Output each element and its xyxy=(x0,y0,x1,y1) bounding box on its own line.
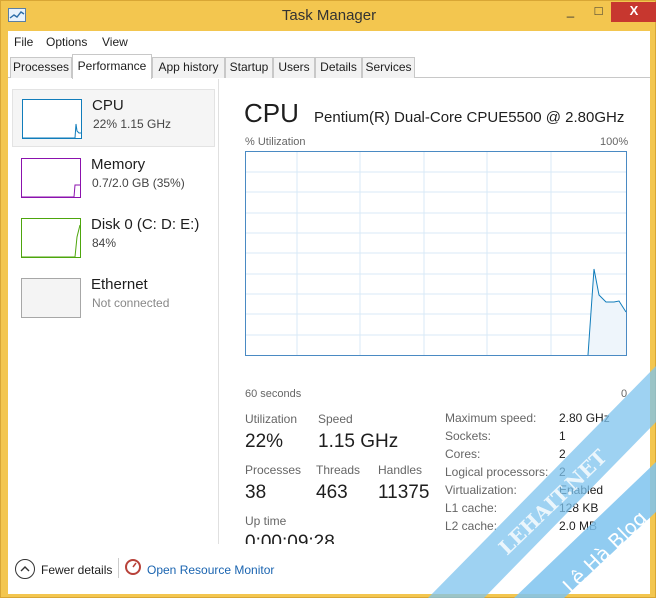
ethernet-thumbnail xyxy=(21,278,81,318)
max-speed-key: Maximum speed: xyxy=(445,411,537,425)
l1-cache-key: L1 cache: xyxy=(445,501,498,515)
speed-label: Speed xyxy=(318,412,353,426)
resource-ethernet[interactable]: Ethernet Not connected xyxy=(12,269,215,327)
sockets-value: 1 xyxy=(559,429,566,443)
graph-grid xyxy=(246,152,626,355)
cpu-title: CPU xyxy=(92,97,124,114)
tab-services[interactable]: Services xyxy=(362,57,415,78)
time-range-label: 60 seconds xyxy=(245,388,302,400)
ethernet-summary: Not connected xyxy=(92,296,170,310)
handles-label: Handles xyxy=(378,463,423,477)
chevron-up-icon[interactable] xyxy=(15,559,35,579)
resource-monitor-icon[interactable] xyxy=(125,559,141,575)
uptime-label: Up time xyxy=(245,514,287,528)
max-speed-value: 2.80 GHz xyxy=(559,411,610,425)
logical-processors-value: 2 xyxy=(559,465,566,479)
menu-view[interactable]: View xyxy=(102,35,128,49)
l2-cache-value: 2.0 MB xyxy=(559,519,598,533)
processes-value: 38 xyxy=(245,482,267,503)
tab-performance[interactable]: Performance xyxy=(72,54,152,79)
memory-summary: 0.7/2.0 GB (35%) xyxy=(92,176,185,190)
virtualization-key: Virtualization: xyxy=(445,483,517,497)
processes-label: Processes xyxy=(245,463,302,477)
memory-thumbnail xyxy=(21,158,81,198)
virtualization-value: Enabled xyxy=(559,483,604,497)
tab-users[interactable]: Users xyxy=(273,57,315,78)
threads-label: Threads xyxy=(316,463,361,477)
cpu-detail-panel: CPU Pentium(R) Dual-Core CPUE5500 @ 2.80… xyxy=(220,79,650,553)
resource-list: CPU 22% 1.15 GHz Memory 0.7/2.0 GB (35%)… xyxy=(8,79,219,544)
cpu-summary: 22% 1.15 GHz xyxy=(93,117,172,131)
max-percent-label: 100% xyxy=(600,136,629,148)
menu-options[interactable]: Options xyxy=(46,35,87,49)
footer-separator xyxy=(118,558,119,578)
cpu-graph-fill xyxy=(588,269,626,355)
utilization-value: 22% xyxy=(245,431,284,452)
disk-summary: 84% xyxy=(92,236,117,250)
fewer-details-button[interactable]: Fewer details xyxy=(41,563,112,577)
tab-startup[interactable]: Startup xyxy=(225,57,273,78)
l2-cache-key: L2 cache: xyxy=(445,519,498,533)
tab-processes[interactable]: Processes xyxy=(10,57,72,78)
ethernet-title: Ethernet xyxy=(91,276,148,293)
utilization-axis-label: % Utilization xyxy=(245,136,306,148)
disk-thumbnail xyxy=(21,218,81,258)
minimize-button[interactable]: _ xyxy=(557,2,584,22)
footer-bar: Fewer details Open Resource Monitor xyxy=(8,544,650,594)
cpu-utilization-graph xyxy=(245,151,627,356)
tab-app-history[interactable]: App history xyxy=(152,57,225,78)
task-manager-window: Task Manager _ □ X File Options View Pro… xyxy=(0,0,656,598)
logical-processors-key: Logical processors: xyxy=(445,465,549,479)
resource-cpu[interactable]: CPU 22% 1.15 GHz xyxy=(12,89,215,147)
memory-title: Memory xyxy=(91,156,146,173)
title-bar[interactable]: Task Manager _ □ X xyxy=(1,1,656,31)
open-resource-monitor-link[interactable]: Open Resource Monitor xyxy=(147,563,274,577)
resource-disk[interactable]: Disk 0 (C: D: E:) 84% xyxy=(12,209,215,267)
cores-value: 2 xyxy=(559,447,566,461)
maximize-button[interactable]: □ xyxy=(585,2,612,22)
menu-bar: File Options View xyxy=(8,31,650,53)
disk-title: Disk 0 (C: D: E:) xyxy=(91,216,200,233)
sockets-key: Sockets: xyxy=(445,429,492,443)
cpu-model-name: Pentium(R) Dual-Core CPUE5500 @ 2.80GHz xyxy=(314,109,625,126)
resource-memory[interactable]: Memory 0.7/2.0 GB (35%) xyxy=(12,149,215,207)
close-button[interactable]: X xyxy=(611,2,656,22)
cores-key: Cores: xyxy=(445,447,481,461)
threads-value: 463 xyxy=(316,482,348,503)
tab-bar: Processes Performance App history Startu… xyxy=(8,54,650,79)
menu-file[interactable]: File xyxy=(14,35,33,49)
client-area: File Options View Processes Performance … xyxy=(8,31,650,594)
speed-value: 1.15 GHz xyxy=(318,431,399,452)
cpu-heading: CPU xyxy=(244,98,299,128)
utilization-label: Utilization xyxy=(245,412,298,426)
time-zero-label: 0 xyxy=(621,388,628,400)
performance-content: CPU 22% 1.15 GHz Memory 0.7/2.0 GB (35%)… xyxy=(8,79,650,553)
cpu-thumbnail xyxy=(22,99,82,139)
tab-details[interactable]: Details xyxy=(315,57,362,78)
handles-value: 11375 xyxy=(378,482,430,503)
l1-cache-value: 128 KB xyxy=(559,501,599,515)
